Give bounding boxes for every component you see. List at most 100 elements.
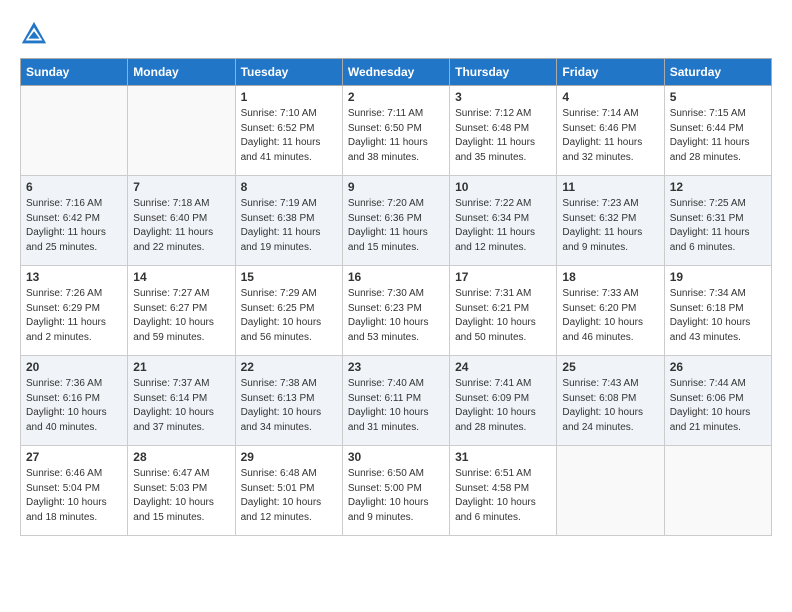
- calendar-day-cell: 16Sunrise: 7:30 AMSunset: 6:23 PMDayligh…: [342, 266, 449, 356]
- day-number: 18: [562, 270, 658, 284]
- calendar-day-cell: 12 Sunrise: 7:25 AMSunset: 6:31 PMDayligh…: [664, 176, 771, 266]
- day-number: 14: [133, 270, 229, 284]
- calendar-day-cell: 20 Sunrise: 7:36 AMSunset: 6:16 PMDayligh…: [21, 356, 128, 446]
- day-number: 5: [670, 90, 766, 104]
- calendar-day-cell: 31 Sunrise: 6:51 AMSunset: 4:58 PMDayligh…: [450, 446, 557, 536]
- weekday-header: Thursday: [450, 59, 557, 86]
- weekday-header: Sunday: [21, 59, 128, 86]
- day-info: Sunrise: 7:41 AMSunset: 6:09 PMDaylight:…: [455, 377, 551, 435]
- day-number: 10: [455, 180, 551, 194]
- day-info: Sunrise: 7:31 AMSunset: 6:21 PMDaylight:…: [455, 287, 551, 345]
- calendar-day-cell: 8 Sunrise: 7:19 AMSunset: 6:38 PMDaylight…: [235, 176, 342, 266]
- calendar-day-cell: 30 Sunrise: 6:50 AMSunset: 5:00 PMDayligh…: [342, 446, 449, 536]
- calendar-day-cell: 3 Sunrise: 7:12 AMSunset: 6:48 PMDaylight…: [450, 86, 557, 176]
- day-number: 13: [26, 270, 122, 284]
- calendar-day-cell: 4Sunrise: 7:14 AMSunset: 6:46 PMDaylight…: [557, 86, 664, 176]
- day-info: Sunrise: 7:18 AMSunset: 6:40 PMDaylight:…: [133, 197, 229, 255]
- day-number: 7: [133, 180, 229, 194]
- day-info: Sunrise: 7:33 AMSunset: 6:20 PMDaylight:…: [562, 287, 658, 345]
- day-info: Sunrise: 7:29 AMSunset: 6:25 PMDaylight:…: [241, 287, 337, 345]
- day-number: 25: [562, 360, 658, 374]
- calendar-day-cell: 18 Sunrise: 7:33 AMSunset: 6:20 PMDayligh…: [557, 266, 664, 356]
- day-number: 6: [26, 180, 122, 194]
- day-info: Sunrise: 7:25 AMSunset: 6:31 PMDaylight:…: [670, 197, 766, 255]
- day-number: 11: [562, 180, 658, 194]
- day-info: Sunrise: 6:46 AMSunset: 5:04 PMDaylight:…: [26, 467, 122, 525]
- calendar-week-row: 27 Sunrise: 6:46 AMSunset: 5:04 PMDayligh…: [21, 446, 772, 536]
- calendar-day-cell: 27 Sunrise: 6:46 AMSunset: 5:04 PMDayligh…: [21, 446, 128, 536]
- day-number: 23: [348, 360, 444, 374]
- day-number: 15: [241, 270, 337, 284]
- calendar-table: SundayMondayTuesdayWednesdayThursdayFrid…: [20, 58, 772, 536]
- calendar-day-cell: 11 Sunrise: 7:23 AMSunset: 6:32 PMDayligh…: [557, 176, 664, 266]
- calendar-day-cell: 17Sunrise: 7:31 AMSunset: 6:21 PMDayligh…: [450, 266, 557, 356]
- day-info: Sunrise: 7:20 AMSunset: 6:36 PMDaylight:…: [348, 197, 444, 255]
- day-info: Sunrise: 7:23 AMSunset: 6:32 PMDaylight:…: [562, 197, 658, 255]
- day-number: 3: [455, 90, 551, 104]
- day-info: Sunrise: 6:50 AMSunset: 5:00 PMDaylight:…: [348, 467, 444, 525]
- calendar-day-cell: 9Sunrise: 7:20 AMSunset: 6:36 PMDaylight…: [342, 176, 449, 266]
- day-number: 30: [348, 450, 444, 464]
- day-number: 19: [670, 270, 766, 284]
- calendar-day-cell: 13Sunrise: 7:26 AMSunset: 6:29 PMDayligh…: [21, 266, 128, 356]
- day-info: Sunrise: 7:38 AMSunset: 6:13 PMDaylight:…: [241, 377, 337, 435]
- day-number: 31: [455, 450, 551, 464]
- day-info: Sunrise: 7:27 AMSunset: 6:27 PMDaylight:…: [133, 287, 229, 345]
- day-info: Sunrise: 6:51 AMSunset: 4:58 PMDaylight:…: [455, 467, 551, 525]
- calendar-day-cell: 2 Sunrise: 7:11 AMSunset: 6:50 PMDaylight…: [342, 86, 449, 176]
- weekday-header: Monday: [128, 59, 235, 86]
- day-info: Sunrise: 7:37 AMSunset: 6:14 PMDaylight:…: [133, 377, 229, 435]
- day-number: 20: [26, 360, 122, 374]
- day-info: Sunrise: 7:16 AMSunset: 6:42 PMDaylight:…: [26, 197, 122, 255]
- day-number: 28: [133, 450, 229, 464]
- day-info: Sunrise: 7:19 AMSunset: 6:38 PMDaylight:…: [241, 197, 337, 255]
- day-number: 27: [26, 450, 122, 464]
- day-info: Sunrise: 7:44 AMSunset: 6:06 PMDaylight:…: [670, 377, 766, 435]
- day-info: Sunrise: 7:15 AMSunset: 6:44 PMDaylight:…: [670, 107, 766, 165]
- day-info: Sunrise: 7:40 AMSunset: 6:11 PMDaylight:…: [348, 377, 444, 435]
- day-info: Sunrise: 7:11 AMSunset: 6:50 PMDaylight:…: [348, 107, 444, 165]
- day-info: Sunrise: 7:30 AMSunset: 6:23 PMDaylight:…: [348, 287, 444, 345]
- calendar-day-cell: 10 Sunrise: 7:22 AMSunset: 6:34 PMDayligh…: [450, 176, 557, 266]
- calendar-day-cell: 23 Sunrise: 7:40 AMSunset: 6:11 PMDayligh…: [342, 356, 449, 446]
- day-info: Sunrise: 7:10 AMSunset: 6:52 PMDaylight:…: [241, 107, 337, 165]
- day-number: 8: [241, 180, 337, 194]
- day-number: 21: [133, 360, 229, 374]
- calendar-day-cell: 22 Sunrise: 7:38 AMSunset: 6:13 PMDayligh…: [235, 356, 342, 446]
- day-number: 12: [670, 180, 766, 194]
- weekday-header: Tuesday: [235, 59, 342, 86]
- calendar-day-cell: [128, 86, 235, 176]
- calendar-day-cell: 15 Sunrise: 7:29 AMSunset: 6:25 PMDayligh…: [235, 266, 342, 356]
- day-info: Sunrise: 7:12 AMSunset: 6:48 PMDaylight:…: [455, 107, 551, 165]
- day-number: 29: [241, 450, 337, 464]
- day-number: 4: [562, 90, 658, 104]
- day-number: 2: [348, 90, 444, 104]
- calendar-day-cell: 19 Sunrise: 7:34 AMSunset: 6:18 PMDayligh…: [664, 266, 771, 356]
- calendar-day-cell: [664, 446, 771, 536]
- calendar-day-cell: 25 Sunrise: 7:43 AMSunset: 6:08 PMDayligh…: [557, 356, 664, 446]
- logo-icon: [20, 20, 48, 48]
- logo: [20, 20, 52, 48]
- calendar-day-cell: [557, 446, 664, 536]
- day-info: Sunrise: 7:43 AMSunset: 6:08 PMDaylight:…: [562, 377, 658, 435]
- calendar-day-cell: 29Sunrise: 6:48 AMSunset: 5:01 PMDayligh…: [235, 446, 342, 536]
- calendar-day-cell: 5 Sunrise: 7:15 AMSunset: 6:44 PMDaylight…: [664, 86, 771, 176]
- day-number: 26: [670, 360, 766, 374]
- day-info: Sunrise: 7:36 AMSunset: 6:16 PMDaylight:…: [26, 377, 122, 435]
- calendar-day-cell: [21, 86, 128, 176]
- day-info: Sunrise: 7:34 AMSunset: 6:18 PMDaylight:…: [670, 287, 766, 345]
- day-info: Sunrise: 7:22 AMSunset: 6:34 PMDaylight:…: [455, 197, 551, 255]
- day-number: 22: [241, 360, 337, 374]
- day-number: 24: [455, 360, 551, 374]
- calendar-header-row: SundayMondayTuesdayWednesdayThursdayFrid…: [21, 59, 772, 86]
- calendar-day-cell: 14 Sunrise: 7:27 AMSunset: 6:27 PMDayligh…: [128, 266, 235, 356]
- day-info: Sunrise: 6:47 AMSunset: 5:03 PMDaylight:…: [133, 467, 229, 525]
- calendar-day-cell: 24 Sunrise: 7:41 AMSunset: 6:09 PMDayligh…: [450, 356, 557, 446]
- calendar-day-cell: 7 Sunrise: 7:18 AMSunset: 6:40 PMDaylight…: [128, 176, 235, 266]
- weekday-header: Saturday: [664, 59, 771, 86]
- calendar-week-row: 20 Sunrise: 7:36 AMSunset: 6:16 PMDayligh…: [21, 356, 772, 446]
- calendar-week-row: 6 Sunrise: 7:16 AMSunset: 6:42 PMDaylight…: [21, 176, 772, 266]
- calendar-week-row: 13Sunrise: 7:26 AMSunset: 6:29 PMDayligh…: [21, 266, 772, 356]
- calendar-week-row: 1Sunrise: 7:10 AMSunset: 6:52 PMDaylight…: [21, 86, 772, 176]
- page-header: [20, 20, 772, 48]
